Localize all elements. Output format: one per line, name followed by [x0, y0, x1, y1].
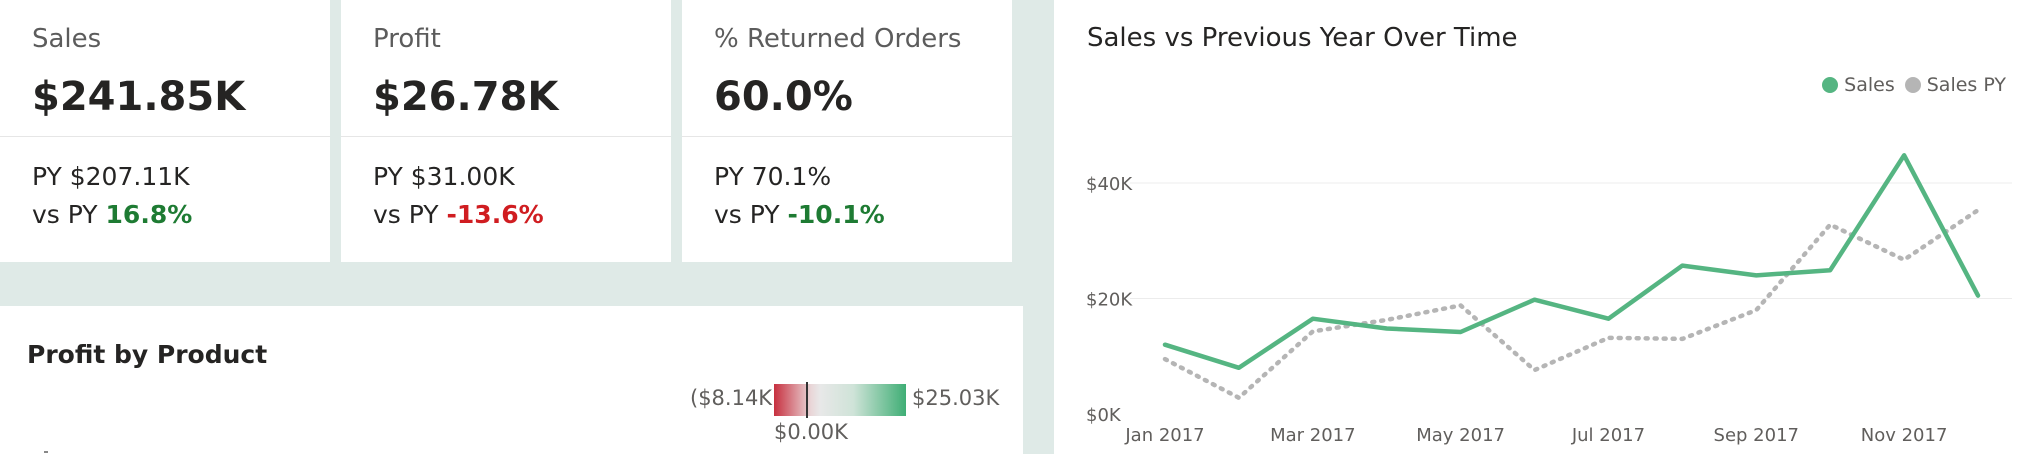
x-tick-label: Mar 2017: [1270, 425, 1356, 446]
kpi-card-profit[interactable]: Profit $26.78K PY $31.00K vs PY -13.6%: [341, 0, 671, 262]
profit-by-product-card[interactable]: [0, 306, 1023, 454]
series-line-sales-py[interactable]: [1162, 207, 1981, 401]
color-scale-gradient: [774, 384, 906, 416]
line-chart: $0K $20K $40K Jan 2017 Mar 2017 May 2017 Jul 2…: [1086, 153, 2012, 446]
kpi-vs-label: vs PY: [373, 200, 439, 229]
kpi-value: 60.0%: [714, 74, 853, 120]
kpi-header: % Returned Orders 60.0%: [682, 0, 1012, 137]
x-tick-label: Jan 2017: [1124, 425, 1204, 446]
profit-by-product-title: Profit by Product: [27, 340, 268, 369]
kpi-title: % Returned Orders: [714, 24, 962, 54]
color-scale-max: $25.03K: [912, 386, 1000, 410]
kpi-title: Sales: [32, 24, 102, 54]
kpi-card-returned-orders[interactable]: % Returned Orders 60.0% PY 70.1% vs PY -…: [682, 0, 1012, 262]
x-tick-label: Sep 2017: [1714, 425, 1799, 446]
kpi-vs-label: vs PY: [32, 200, 98, 229]
color-scale-mid: $0.00K: [774, 420, 848, 444]
x-tick-label: Nov 2017: [1861, 425, 1948, 446]
kpi-header: Profit $26.78K: [341, 0, 671, 137]
kpi-card-sales[interactable]: Sales $241.85K PY $207.11K vs PY 16.8%: [0, 0, 330, 262]
kpi-py: PY $207.11K: [32, 162, 190, 191]
kpi-header: Sales $241.85K: [0, 0, 330, 137]
kpi-py: PY $31.00K: [373, 162, 515, 191]
kpi-title: Profit: [373, 24, 441, 54]
sales-vs-py-card[interactable]: Sales vs Previous Year Over Time Sales S…: [1054, 0, 2032, 454]
kpi-value: $241.85K: [32, 74, 246, 120]
kpi-vs-py: vs PY -10.1%: [714, 200, 885, 229]
y-tick-label: $20K: [1086, 290, 1133, 311]
kpi-vs-value: -13.6%: [446, 200, 544, 229]
x-tick-label: May 2017: [1416, 425, 1505, 446]
x-tick-label: Jul 2017: [1571, 425, 1645, 446]
kpi-vs-py: vs PY -13.6%: [373, 200, 544, 229]
series-line-sales[interactable]: [1162, 153, 1981, 371]
color-scale-min: ($8.14K): [690, 386, 781, 410]
kpi-value: $26.78K: [373, 74, 559, 120]
color-scale-zero-marker: [806, 382, 808, 418]
kpi-vs-py: vs PY 16.8%: [32, 200, 192, 229]
kpi-py: PY 70.1%: [714, 162, 832, 191]
scroll-marker: [44, 451, 48, 453]
kpi-vs-value: -10.1%: [787, 200, 885, 229]
kpi-vs-value: 16.8%: [105, 200, 193, 229]
y-tick-label: $40K: [1086, 174, 1133, 195]
y-tick-label: $0K: [1086, 405, 1122, 426]
kpi-vs-label: vs PY: [714, 200, 780, 229]
